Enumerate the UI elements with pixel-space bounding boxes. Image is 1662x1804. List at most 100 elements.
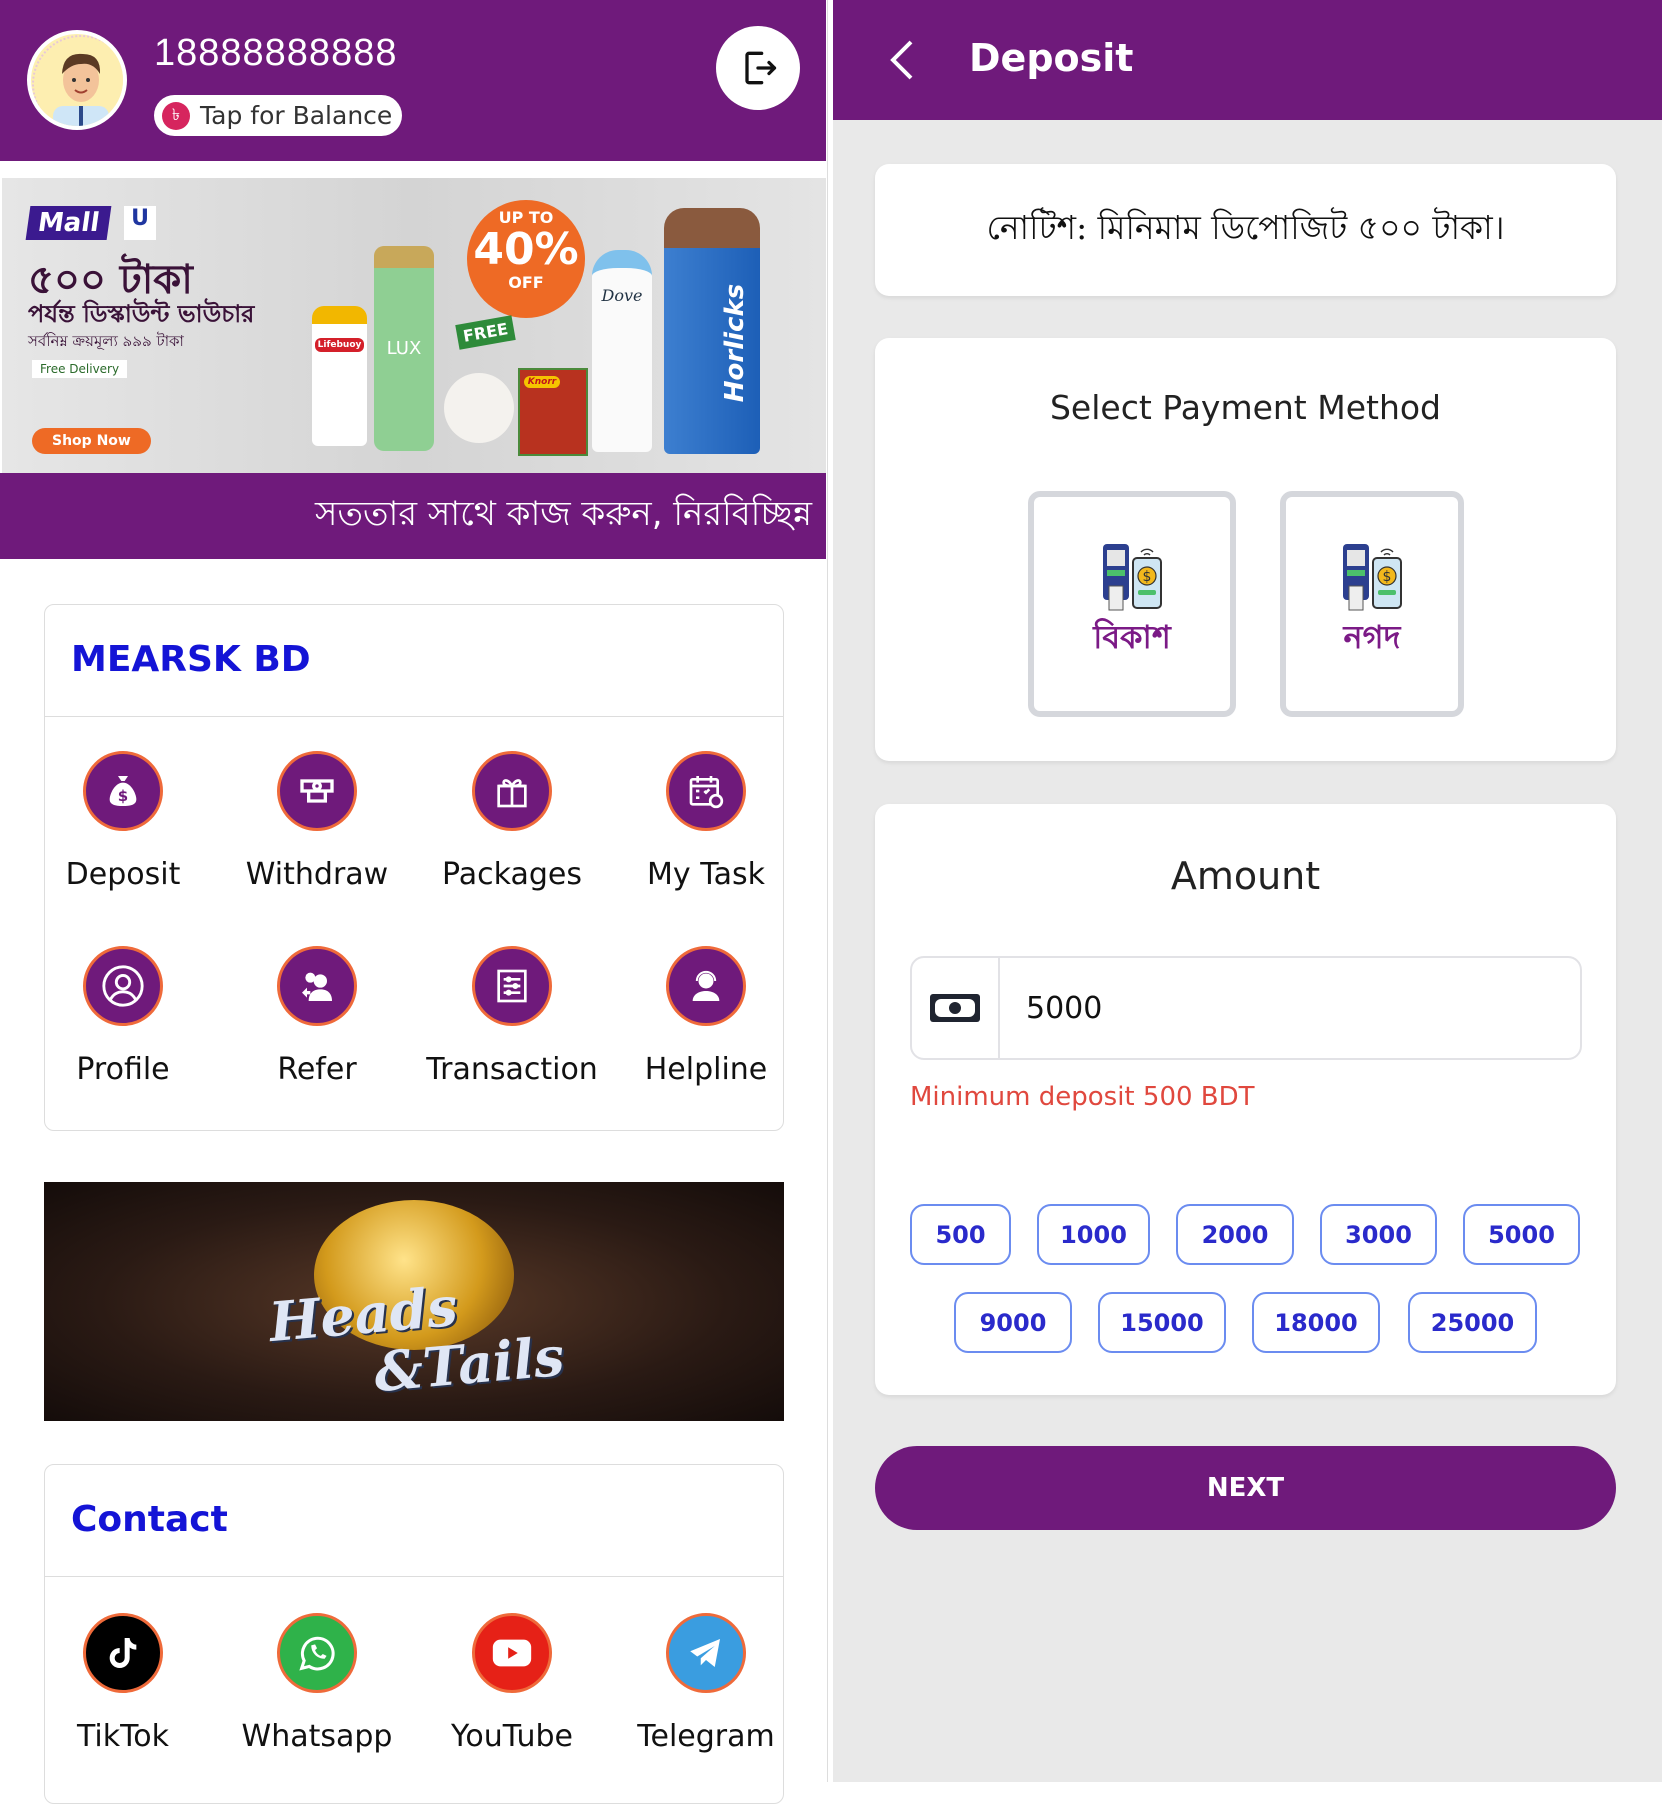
horlicks-label: Horlicks [720, 283, 751, 403]
badge-value: 40% [473, 224, 579, 275]
contact-telegram[interactable]: Telegram [611, 1613, 801, 1754]
taka-icon: ৳ [162, 101, 190, 130]
deposit-screen: Deposit নোটিশ: মিনিমাম ডিপোজিট ৫০০ টাকা।… [833, 0, 1662, 1782]
preset-2000[interactable]: 2000 [1176, 1204, 1294, 1265]
preset-9000[interactable]: 9000 [954, 1292, 1072, 1353]
menu-item-helpline[interactable]: Helpline [611, 946, 801, 1087]
shop-now-button[interactable]: Shop Now [32, 428, 151, 454]
menu-item-label: Withdraw [245, 857, 389, 892]
contact-label: YouTube [451, 1719, 573, 1754]
knorr-label: Knorr [524, 376, 560, 388]
payment-method-card: Select Payment Method $ বিকাশ $ নগদ [875, 338, 1616, 761]
refer-users-icon [277, 946, 357, 1026]
tiktok-icon [83, 1613, 163, 1693]
contact-whatsapp[interactable]: Whatsapp [222, 1613, 412, 1754]
avatar[interactable] [27, 30, 127, 130]
product-lux: LUX [374, 246, 434, 451]
free-delivery-badge: Free Delivery [32, 360, 128, 378]
menu-item-profile[interactable]: Profile [28, 946, 218, 1087]
balance-label: Tap for Balance [200, 101, 393, 130]
payment-method-bkash[interactable]: $ বিকাশ [1028, 491, 1236, 717]
contact-youtube[interactable]: YouTube [417, 1613, 607, 1754]
notice-card: নোটিশ: মিনিমাম ডিপোজিট ৫০০ টাকা। [875, 164, 1616, 296]
free-tag: FREE [455, 315, 516, 350]
discount-badge: UP TO 40% OFF [467, 200, 585, 318]
cash-icon [912, 958, 1000, 1058]
preset-3000[interactable]: 3000 [1320, 1204, 1437, 1265]
product-lifebuoy: Lifebuoy [312, 306, 367, 446]
svg-text:$: $ [118, 787, 128, 805]
back-button[interactable] [883, 36, 923, 84]
unilever-logo: U [124, 206, 156, 240]
pos-payment-icon: $ [1103, 544, 1162, 611]
product-knorr: Knorr [518, 368, 588, 456]
menu-item-label: Transaction [426, 1052, 598, 1087]
amount-input[interactable]: 5000 [910, 956, 1582, 1060]
logout-icon [745, 51, 777, 85]
amount-title: Amount [1170, 854, 1321, 898]
telegram-icon [666, 1613, 746, 1693]
banner-note: সর্বনিম্ন ক্রয়মূল্য ৯৯৯ টাকা [28, 332, 184, 350]
payment-method-label: বিকাশ [1093, 618, 1171, 656]
preset-5000[interactable]: 5000 [1463, 1204, 1580, 1265]
preset-18000[interactable]: 18000 [1252, 1292, 1380, 1353]
menu-item-label: My Task [647, 857, 765, 892]
contact-label: TikTok [76, 1719, 170, 1754]
menu-item-my-task[interactable]: My Task [611, 751, 801, 892]
payment-method-nagad[interactable]: $ নগদ [1280, 491, 1464, 717]
contact-label: Telegram [637, 1719, 775, 1754]
user-circle-icon [83, 946, 163, 1026]
preset-500[interactable]: 500 [910, 1204, 1011, 1265]
promo-banner[interactable]: Mall U ৫০০ টাকা পর্যন্ত ডিস্কাউন্ট ভাউচা… [2, 178, 826, 473]
product-loofah [444, 373, 514, 443]
logout-button[interactable] [716, 26, 800, 110]
menu-item-refer[interactable]: Refer [222, 946, 412, 1087]
menu-item-label: Deposit [65, 857, 181, 892]
contact-card-title: Contact [71, 1499, 228, 1540]
menu-item-label: Profile [76, 1052, 170, 1087]
payment-method-label: নগদ [1343, 618, 1401, 656]
product-horlicks: Horlicks [664, 208, 760, 454]
svg-text:$: $ [1143, 569, 1152, 585]
notice-text: নোটিশ: মিনিমাম ডিপোজিট ৫০০ টাকা। [986, 208, 1505, 247]
payment-method-title: Select Payment Method [1049, 388, 1442, 427]
mall-logo: Mall [25, 206, 112, 240]
svg-text:$: $ [1383, 569, 1392, 585]
transaction-list-icon [472, 946, 552, 1026]
amount-card: Amount 5000 Minimum deposit 500 BDT 500 … [875, 804, 1616, 1395]
next-button[interactable]: NEXT [875, 1446, 1616, 1530]
home-header: 18888888888 ৳ Tap for Balance [0, 0, 826, 161]
preset-15000[interactable]: 15000 [1098, 1292, 1226, 1353]
amount-value: 5000 [1026, 990, 1103, 1026]
pos-payment-icon: $ [1343, 544, 1402, 611]
preset-1000[interactable]: 1000 [1037, 1204, 1150, 1265]
heads-tails-game-banner[interactable]: Heads &Tails [44, 1182, 784, 1421]
headset-agent-icon [666, 946, 746, 1026]
page-title: Deposit [969, 36, 1134, 80]
menu-item-label: Packages [442, 857, 582, 892]
divider [45, 1576, 783, 1577]
home-screen: 18888888888 ৳ Tap for Balance Mall U ৫০০… [0, 0, 828, 1804]
preset-25000[interactable]: 25000 [1408, 1292, 1537, 1353]
menu-card: MEARSK BD $ Deposit Withdraw Packages My… [44, 604, 784, 1131]
money-bag-icon: $ [83, 751, 163, 831]
menu-item-transaction[interactable]: Transaction [417, 946, 607, 1087]
divider [45, 716, 783, 717]
youtube-icon [472, 1613, 552, 1693]
product-dove: Dove [592, 250, 652, 452]
lifebuoy-label: Lifebuoy [315, 338, 364, 352]
menu-item-withdraw[interactable]: Withdraw [222, 751, 412, 892]
menu-card-title: MEARSK BD [71, 639, 311, 680]
gift-icon [472, 751, 552, 831]
menu-item-packages[interactable]: Packages [417, 751, 607, 892]
calendar-task-icon [666, 751, 746, 831]
chevron-left-icon [890, 40, 913, 80]
whatsapp-icon [277, 1613, 357, 1693]
contact-tiktok[interactable]: TikTok [28, 1613, 218, 1754]
contact-card: Contact TikTok Whatsapp YouTube Telegram [44, 1464, 784, 1804]
tap-for-balance-button[interactable]: ৳ Tap for Balance [154, 95, 403, 136]
contact-label: Whatsapp [241, 1719, 393, 1754]
notice-marquee: সততার সাথে কাজ করুন, নিরবিচ্ছিন্ন [0, 473, 826, 559]
user-phone: 18888888888 [154, 32, 398, 74]
menu-item-deposit[interactable]: $ Deposit [28, 751, 218, 892]
